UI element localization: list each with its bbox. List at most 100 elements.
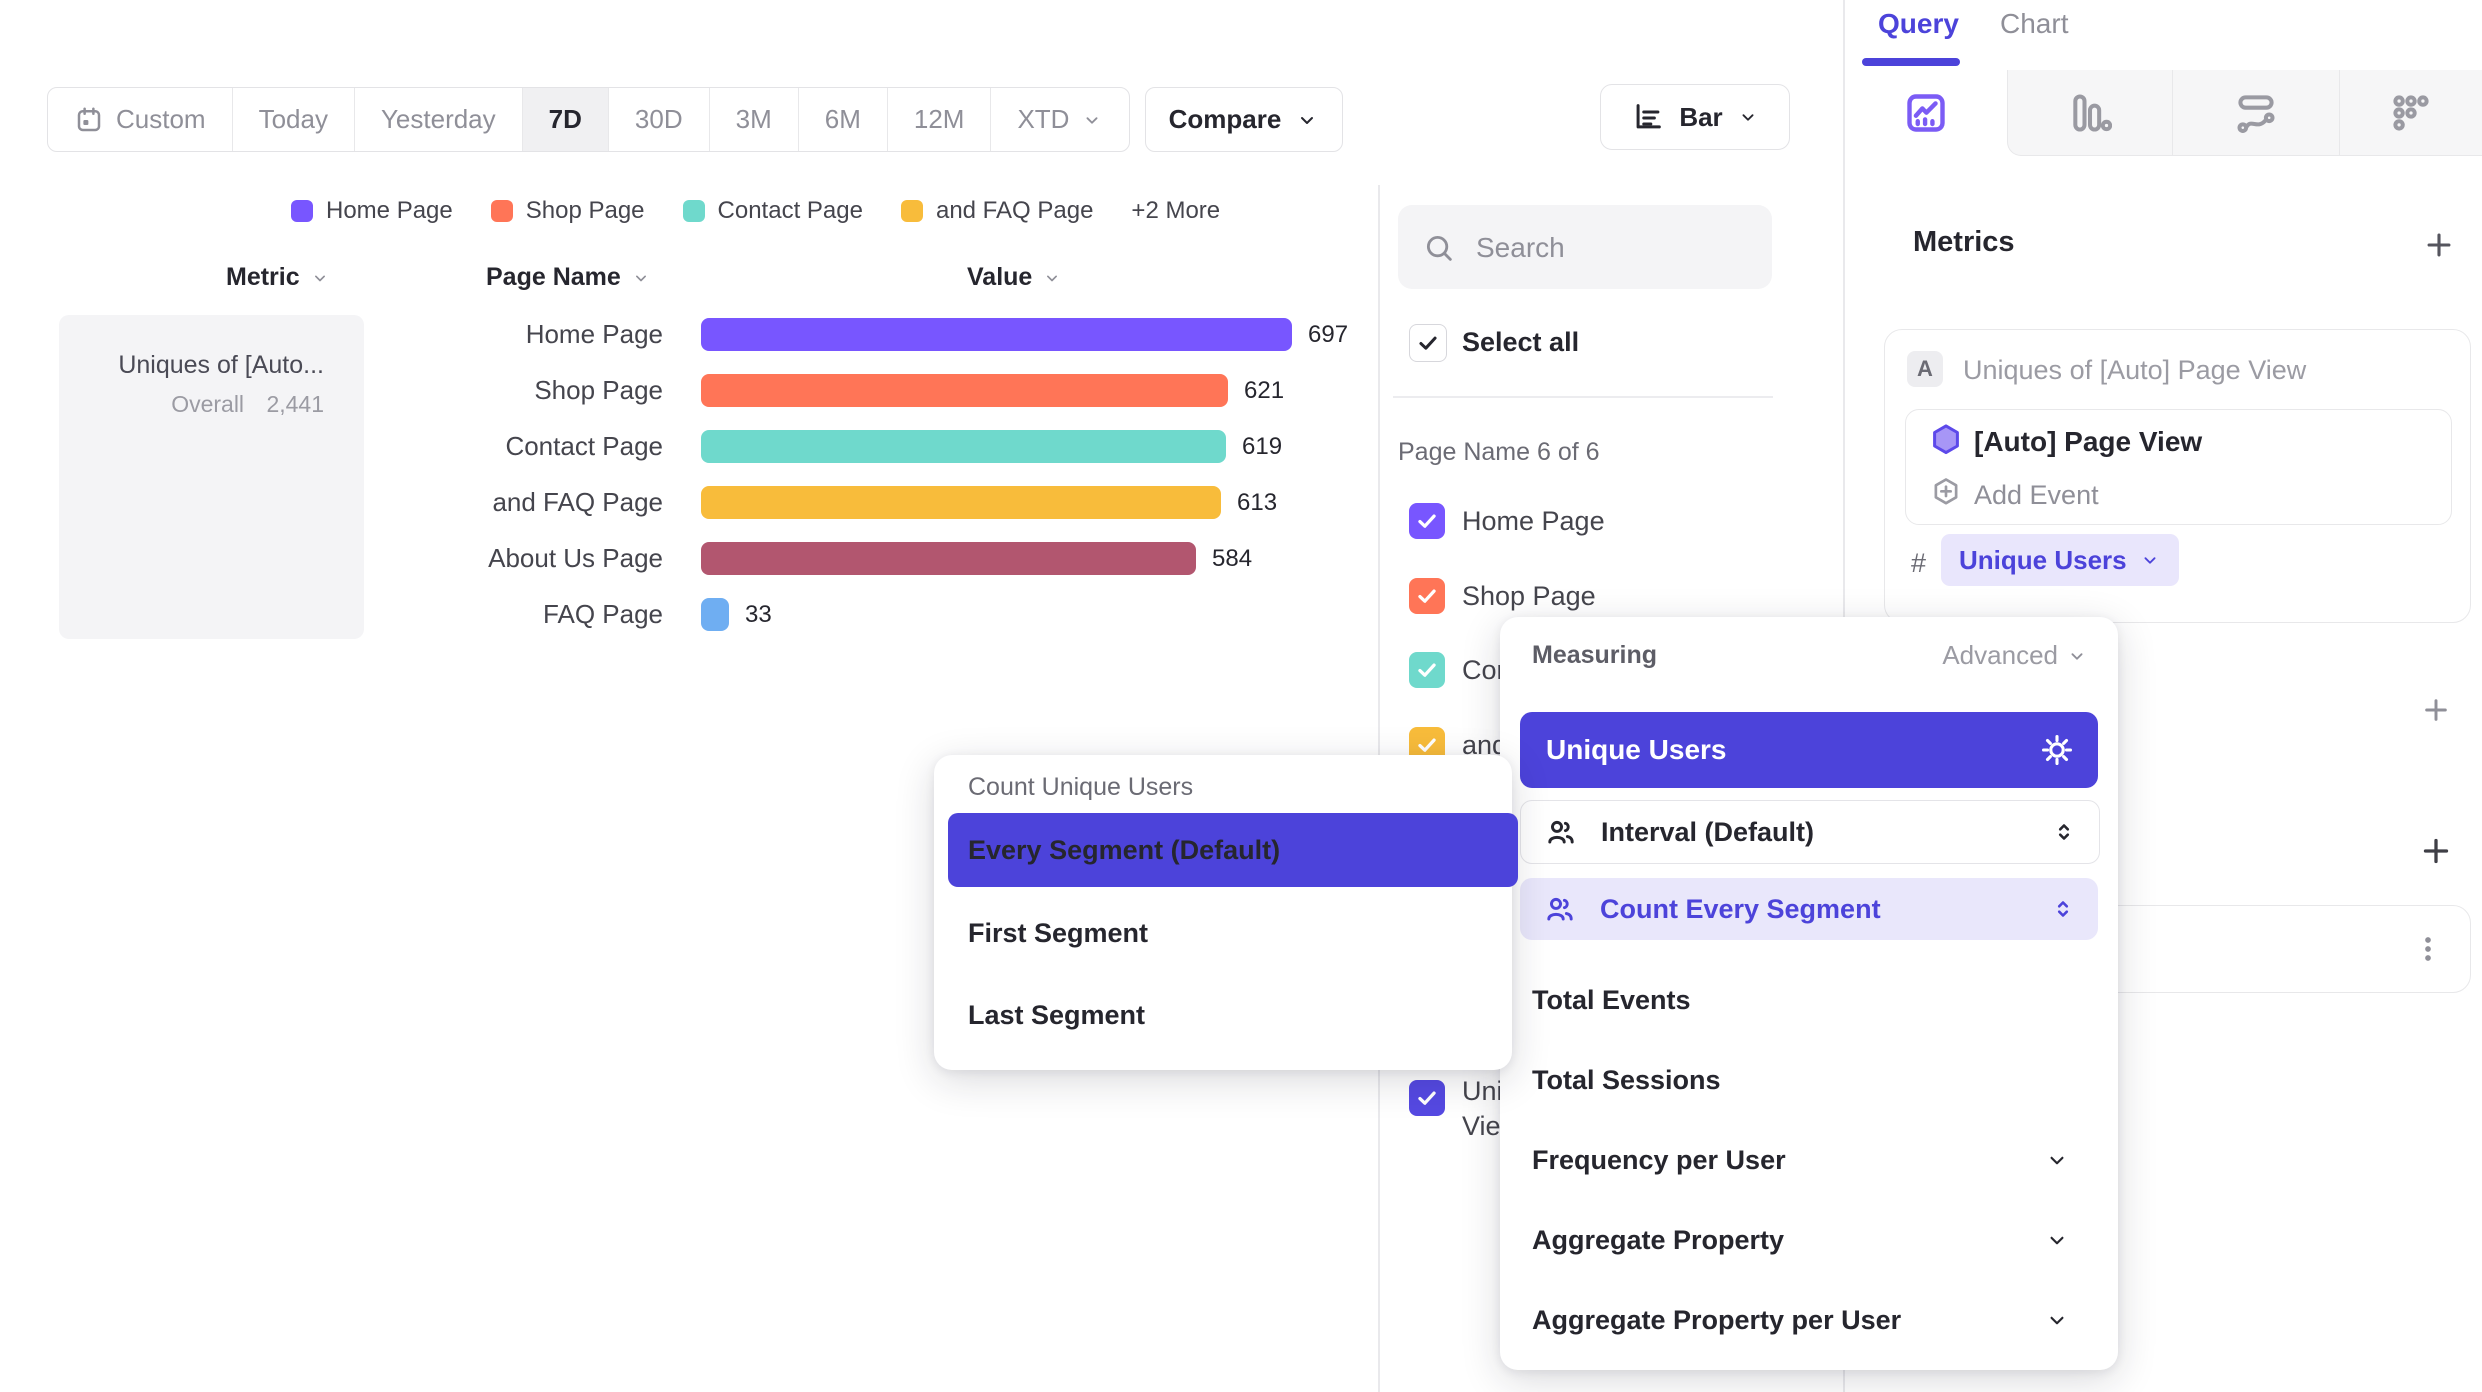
legend-item-1[interactable]: Shop Page (491, 197, 645, 225)
item-checkbox[interactable] (1409, 652, 1445, 688)
measuring-option-4[interactable]: Aggregate Property per User (1532, 1290, 2086, 1350)
check-icon (1414, 508, 1440, 534)
report-tab-retention[interactable] (2339, 70, 2482, 156)
unfold-stepper-icon (2050, 896, 2076, 922)
legend-item-2[interactable]: Contact Page (683, 197, 863, 225)
chart-type-button[interactable]: Bar (1600, 84, 1790, 150)
legend-item-3[interactable]: and FAQ Page (901, 197, 1093, 225)
metric-slot-title[interactable]: Uniques of [Auto] Page View (1963, 355, 2306, 386)
count-option-1[interactable]: First Segment (948, 903, 1518, 963)
date-range-30d[interactable]: 30D (609, 88, 710, 151)
measuring-option-1[interactable]: Total Sessions (1532, 1050, 2086, 1110)
extra-item-checkbox[interactable] (1409, 1080, 1445, 1116)
count-option-2[interactable]: Last Segment (948, 985, 1518, 1045)
item-label: Home Page (1462, 506, 1605, 537)
chevron-down-icon (2044, 1227, 2070, 1253)
column-header-page-name[interactable]: Page Name (486, 263, 651, 292)
users-icon (1544, 893, 1576, 925)
legend-more[interactable]: +2 More (1131, 197, 1220, 225)
sidebar-section-label: Page Name 6 of 6 (1398, 438, 1600, 467)
bar-category-label: About Us Page (488, 542, 663, 575)
bar-value-label: 619 (1242, 430, 1282, 463)
measuring-option-3[interactable]: Aggregate Property (1532, 1210, 2086, 1270)
report-tab-funnels[interactable] (2007, 70, 2172, 156)
advanced-toggle[interactable]: Advanced (1942, 640, 2088, 671)
kebab-menu-icon[interactable] (2410, 931, 2446, 967)
bar-4[interactable] (701, 542, 1196, 575)
interval-selector[interactable]: Interval (Default) (1520, 800, 2100, 864)
metric-slot-badge: A (1907, 351, 1943, 387)
measuring-option-label: Total Events (1532, 985, 1691, 1015)
date-range-today[interactable]: Today (233, 88, 355, 151)
add-metric-plus-icon[interactable] (2422, 228, 2456, 262)
select-all-checkbox[interactable] (1409, 324, 1447, 362)
bar-value-label: 33 (745, 598, 772, 631)
measuring-option-unique-users[interactable]: Unique Users (1520, 712, 2098, 788)
report-type-tabs (1844, 70, 2482, 156)
bar-1[interactable] (701, 374, 1228, 407)
legend-item-0[interactable]: Home Page (291, 197, 453, 225)
gear-icon[interactable] (2040, 733, 2074, 767)
legend-label: Contact Page (718, 197, 863, 225)
tab-chart[interactable]: Chart (2000, 8, 2068, 40)
report-tab-flows[interactable] (2172, 70, 2338, 156)
date-range-3m[interactable]: 3M (710, 88, 799, 151)
search-icon (1422, 231, 1456, 265)
active-tab-underline (1862, 58, 1960, 66)
date-range-label: 12M (914, 104, 965, 135)
select-all-label: Select all (1462, 327, 1579, 358)
item-checkbox[interactable] (1409, 503, 1445, 539)
item-checkbox[interactable] (1409, 578, 1445, 614)
measuring-option-label: Total Sessions (1532, 1065, 1721, 1095)
date-range-xtd[interactable]: XTD (991, 88, 1129, 151)
report-tab-insights[interactable] (1844, 70, 2007, 155)
chevron-down-icon (1737, 106, 1759, 128)
date-range-label: 3M (736, 104, 772, 135)
chevron-down-icon (2066, 645, 2088, 667)
measurement-dropdown[interactable]: Unique Users (1941, 534, 2179, 586)
date-range-custom[interactable]: Custom (48, 88, 233, 151)
tab-query[interactable]: Query (1878, 8, 1959, 40)
count-option-0[interactable]: Every Segment (Default) (948, 813, 1518, 887)
add-event-icon (1930, 476, 1962, 508)
add-filter-plus-icon[interactable] (2420, 694, 2452, 726)
column-header-value[interactable]: Value (967, 263, 1062, 292)
add-breakdown-plus-icon[interactable] (2418, 833, 2454, 869)
chevron-down-icon (631, 268, 651, 288)
search-input[interactable] (1474, 205, 1758, 291)
check-icon (1415, 330, 1441, 356)
date-range-yesterday[interactable]: Yesterday (355, 88, 523, 151)
legend-label: Home Page (326, 197, 453, 225)
sidebar-section-divider (1393, 396, 1773, 398)
date-range-6m[interactable]: 6M (799, 88, 888, 151)
bar-3[interactable] (701, 486, 1221, 519)
add-event-label[interactable]: Add Event (1974, 480, 2099, 511)
measuring-option-label: Aggregate Property (1532, 1225, 1784, 1255)
chevron-down-icon (310, 268, 330, 288)
bar-0[interactable] (701, 318, 1292, 351)
bar-value-label: 613 (1237, 486, 1277, 519)
search-box[interactable] (1398, 205, 1772, 289)
count-mode-selector[interactable]: Count Every Segment (1520, 878, 2098, 940)
measuring-option-0[interactable]: Total Events (1532, 970, 2086, 1030)
chart-row-0: Home Page697 (0, 318, 1378, 351)
measuring-popup: Measuring Advanced Unique Users Interval… (1500, 617, 2118, 1370)
bar-2[interactable] (701, 430, 1226, 463)
event-name[interactable]: [Auto] Page View (1974, 426, 2202, 458)
date-range-label: Custom (116, 104, 206, 135)
date-range-label: Yesterday (381, 104, 496, 135)
check-icon (1414, 1085, 1440, 1111)
date-range-7d[interactable]: 7D (523, 88, 609, 151)
event-card: [Auto] Page View Add Event (1905, 409, 2452, 525)
date-range-label: 6M (825, 104, 861, 135)
number-hash-label: # (1911, 548, 1926, 579)
bar-category-label: Contact Page (505, 430, 663, 463)
compare-button[interactable]: Compare (1145, 87, 1343, 152)
column-header-metric[interactable]: Metric (226, 263, 330, 292)
chevron-down-icon (1295, 108, 1319, 132)
users-icon (1545, 816, 1577, 848)
bar-5[interactable] (701, 598, 729, 631)
date-range-12m[interactable]: 12M (888, 88, 992, 151)
measuring-option-2[interactable]: Frequency per User (1532, 1130, 2086, 1190)
date-range-label: Today (259, 104, 328, 135)
